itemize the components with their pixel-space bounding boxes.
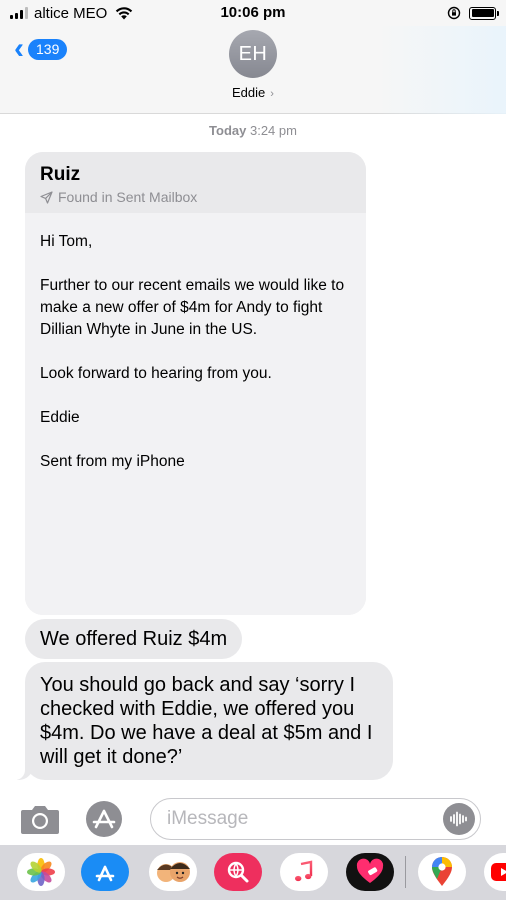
chevron-right-icon: › <box>267 88 274 100</box>
camera-icon <box>21 806 59 834</box>
audio-message-button[interactable] <box>443 803 475 835</box>
email-sender: Ruiz <box>40 164 81 185</box>
timestamp-time: 3:24 pm <box>249 123 297 138</box>
heart-app-icon <box>356 858 384 883</box>
drawer-divider <box>405 856 406 888</box>
unread-count-badge: 139 <box>28 38 68 60</box>
heart-app[interactable] <box>346 853 394 891</box>
web-search-icon <box>227 861 249 883</box>
message-timestamp: Today 3:24 pm <box>0 123 506 138</box>
contact-name: Eddie <box>232 85 266 100</box>
conversation-header: ‹ 139 EH Eddie › <box>0 26 506 114</box>
sent-arrow-icon <box>40 190 53 204</box>
memoji-icon <box>157 862 190 882</box>
email-preview-card[interactable]: Ruiz Found in Sent Mailbox Hi Tom, Furth… <box>25 152 366 615</box>
maps-icon <box>432 857 452 886</box>
app-store-app[interactable] <box>81 853 129 891</box>
compose-bar <box>0 795 506 843</box>
app-store-button[interactable] <box>84 799 124 839</box>
app-store-icon <box>95 865 115 882</box>
music-app[interactable] <box>280 853 328 891</box>
waveform-icon <box>450 811 467 827</box>
email-body: Hi Tom, Further to our recent emails we … <box>25 213 366 615</box>
camera-button[interactable] <box>20 803 60 835</box>
photos-app[interactable] <box>17 853 65 891</box>
timestamp-day: Today <box>209 123 247 138</box>
youtube-app[interactable] <box>484 853 506 891</box>
imessage-input[interactable] <box>150 798 481 840</box>
youtube-icon <box>491 863 506 881</box>
email-paragraph: Further to our recent emails we would li… <box>40 277 345 338</box>
battery-icon <box>469 6 499 20</box>
bubble-tail <box>9 762 33 780</box>
email-header: Ruiz Found in Sent Mailbox <box>25 152 366 213</box>
music-icon <box>295 860 313 882</box>
memoji-app[interactable] <box>149 853 197 891</box>
app-store-apps-icon <box>86 801 122 837</box>
orientation-lock-icon <box>447 6 461 20</box>
chevron-left-icon: ‹ <box>14 32 24 65</box>
photos-icon <box>27 858 55 886</box>
imessage-app-drawer <box>0 845 506 900</box>
contact-name-button[interactable]: Eddie › <box>0 85 506 100</box>
email-paragraph: Eddie <box>40 409 80 426</box>
email-paragraph: Look forward to hearing from you. <box>40 365 272 382</box>
email-paragraph: Sent from my iPhone <box>40 453 185 470</box>
email-found-in: Found in Sent Mailbox <box>40 189 351 205</box>
right-status <box>447 4 499 22</box>
incoming-message-bubble[interactable]: We offered Ruiz $4m <box>25 619 243 659</box>
incoming-message-bubble[interactable]: You should go back and say ‘sorry I chec… <box>25 662 393 780</box>
email-paragraph: Hi Tom, <box>40 233 93 250</box>
web-search-app[interactable] <box>214 853 262 891</box>
contact-avatar[interactable]: EH <box>229 30 277 78</box>
status-bar: altice MEO 10:06 pm <box>0 0 506 26</box>
found-in-label: Found in Sent Mailbox <box>58 189 198 205</box>
clock: 10:06 pm <box>220 4 286 21</box>
maps-app[interactable] <box>418 853 466 891</box>
back-button[interactable]: ‹ 139 <box>14 32 68 65</box>
